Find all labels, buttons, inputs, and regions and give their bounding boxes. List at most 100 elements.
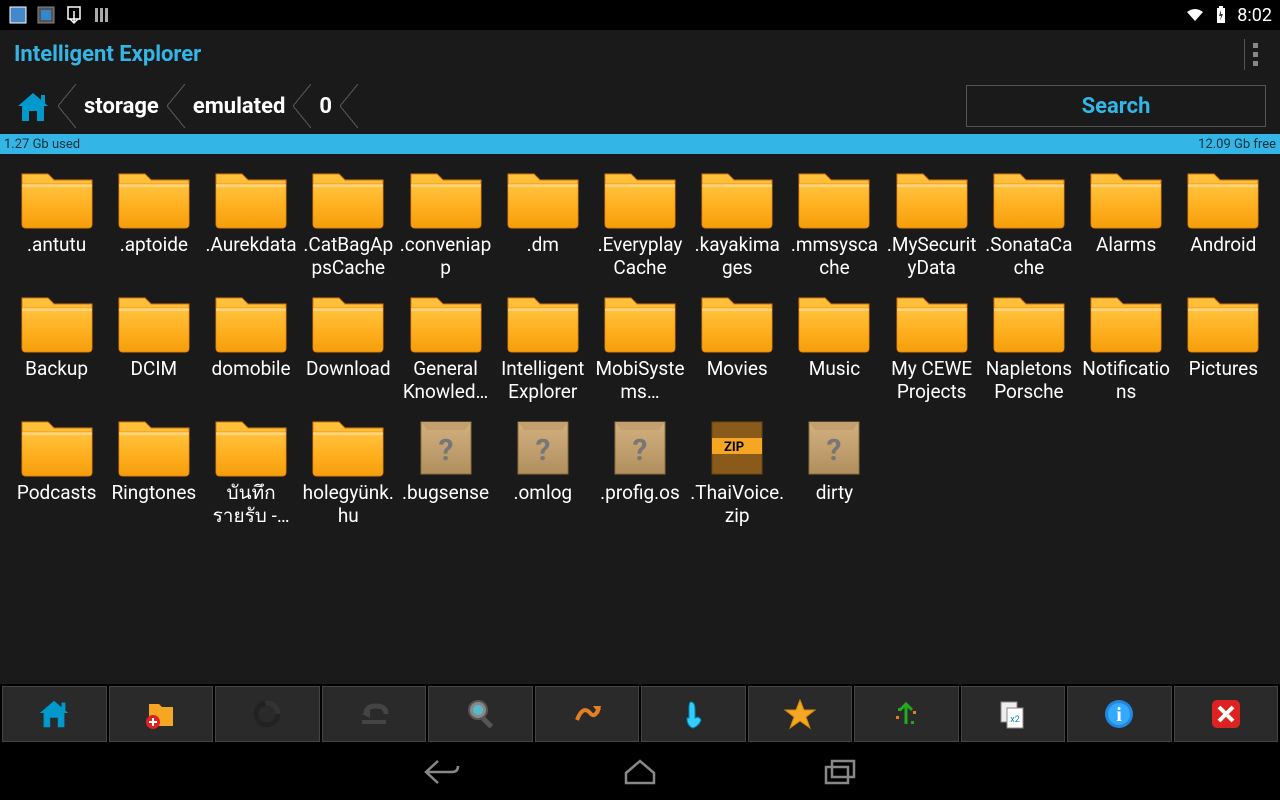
- file-item[interactable]: .CatBagAppsCache: [300, 164, 397, 280]
- file-item[interactable]: .bugsense: [397, 412, 494, 528]
- folder-icon: [115, 412, 193, 478]
- folder-icon: [212, 288, 290, 354]
- folder-icon: [407, 164, 485, 230]
- tool-upload-button[interactable]: [854, 686, 959, 742]
- tool-back-button[interactable]: [322, 686, 427, 742]
- overflow-menu-icon[interactable]: [1244, 39, 1266, 70]
- tool-sort-button[interactable]: [535, 686, 640, 742]
- tool-select-button[interactable]: [641, 686, 746, 742]
- toolbar: x2 i: [0, 684, 1280, 744]
- folder-icon: [115, 164, 193, 230]
- file-label: .conveniapp: [399, 234, 493, 280]
- file-label: Android: [1190, 234, 1256, 280]
- file-item[interactable]: .ThaiVoice.zip: [689, 412, 786, 528]
- breadcrumb-item[interactable]: 0: [311, 94, 340, 119]
- file-label: บันทึกรายรับ -…: [204, 482, 298, 528]
- folder-icon: [212, 164, 290, 230]
- file-label: Notifications: [1079, 358, 1173, 404]
- folder-icon: [601, 288, 679, 354]
- status-bar: 8:02: [0, 0, 1280, 30]
- file-label: .omlog: [513, 482, 572, 528]
- tool-copy-button[interactable]: x2: [961, 686, 1066, 742]
- file-item[interactable]: Ringtones: [105, 412, 202, 528]
- file-item[interactable]: Intelligent Explorer: [494, 288, 591, 404]
- storage-used: 1.27 Gb used: [4, 137, 80, 152]
- status-icon: [8, 5, 28, 25]
- file-label: .Aurekdata: [205, 234, 296, 280]
- file-item[interactable]: Pictures: [1175, 288, 1272, 404]
- file-label: Podcasts: [17, 482, 97, 528]
- chevron-right-icon: [293, 84, 311, 128]
- file-item[interactable]: .MySecurityData: [883, 164, 980, 280]
- status-icon: [36, 5, 56, 25]
- zip-icon: [698, 412, 776, 478]
- folder-icon: [893, 164, 971, 230]
- unknown-icon: [504, 412, 582, 478]
- file-item[interactable]: .dm: [494, 164, 591, 280]
- file-item[interactable]: .kayakimages: [689, 164, 786, 280]
- file-label: .aptoide: [120, 234, 188, 280]
- file-item[interactable]: .SonataCache: [980, 164, 1077, 280]
- file-item[interactable]: domobile: [202, 288, 299, 404]
- file-item[interactable]: DCIM: [105, 288, 202, 404]
- search-label: Search: [1082, 94, 1151, 119]
- file-label: DCIM: [131, 358, 178, 404]
- file-label: Music: [809, 358, 860, 404]
- file-label: .dm: [527, 234, 559, 280]
- nav-recent-button[interactable]: [820, 757, 860, 787]
- file-item[interactable]: .Aurekdata: [202, 164, 299, 280]
- folder-icon: [698, 164, 776, 230]
- file-item[interactable]: Download: [300, 288, 397, 404]
- file-label: Pictures: [1189, 358, 1258, 404]
- folder-icon: [407, 288, 485, 354]
- file-item[interactable]: .omlog: [494, 412, 591, 528]
- status-icon: [92, 5, 112, 25]
- file-item[interactable]: .EveryplayCache: [591, 164, 688, 280]
- file-item[interactable]: Android: [1175, 164, 1272, 280]
- file-item[interactable]: .conveniapp: [397, 164, 494, 280]
- folder-icon: [504, 288, 582, 354]
- nav-bar: [0, 744, 1280, 800]
- file-item[interactable]: Backup: [8, 288, 105, 404]
- nav-home-button[interactable]: [620, 757, 660, 787]
- file-item[interactable]: Movies: [689, 288, 786, 404]
- file-item[interactable]: dirty: [786, 412, 883, 528]
- file-item[interactable]: .aptoide: [105, 164, 202, 280]
- chevron-right-icon: [340, 84, 358, 128]
- file-item[interactable]: .antutu: [8, 164, 105, 280]
- file-item[interactable]: Music: [786, 288, 883, 404]
- file-item[interactable]: Napletons Porsche: [980, 288, 1077, 404]
- tool-refresh-button[interactable]: [215, 686, 320, 742]
- file-item[interactable]: My CEWE Projects: [883, 288, 980, 404]
- file-label: Ringtones: [111, 482, 196, 528]
- search-button[interactable]: Search: [966, 85, 1266, 127]
- folder-icon: [990, 288, 1068, 354]
- tool-info-button[interactable]: i: [1067, 686, 1172, 742]
- tool-search-button[interactable]: [428, 686, 533, 742]
- file-item[interactable]: .profig.os: [591, 412, 688, 528]
- folder-icon: [212, 412, 290, 478]
- storage-free: 12.09 Gb free: [1198, 137, 1276, 152]
- tool-favorite-button[interactable]: [748, 686, 853, 742]
- breadcrumb-item[interactable]: emulated: [185, 94, 294, 119]
- file-grid: .antutu .aptoide .Aurekdata .CatBagAppsC…: [0, 154, 1280, 538]
- file-item[interactable]: General Knowled…: [397, 288, 494, 404]
- file-item[interactable]: Notifications: [1078, 288, 1175, 404]
- file-item[interactable]: Podcasts: [8, 412, 105, 528]
- file-item[interactable]: holegyünk.hu: [300, 412, 397, 528]
- breadcrumb-bar: storage emulated 0 Search: [0, 78, 1280, 134]
- folder-icon: [795, 164, 873, 230]
- breadcrumb-item[interactable]: storage: [76, 94, 167, 119]
- tool-home-button[interactable]: [2, 686, 107, 742]
- nav-back-button[interactable]: [420, 757, 460, 787]
- file-item[interactable]: .mmsyscache: [786, 164, 883, 280]
- file-item[interactable]: บันทึกรายรับ -…: [202, 412, 299, 528]
- tool-new-folder-button[interactable]: [109, 686, 214, 742]
- tool-close-button[interactable]: [1174, 686, 1279, 742]
- folder-icon: [18, 288, 96, 354]
- folder-icon: [990, 164, 1068, 230]
- home-icon[interactable]: [14, 89, 52, 123]
- folder-icon: [795, 288, 873, 354]
- file-item[interactable]: Alarms: [1078, 164, 1175, 280]
- file-item[interactable]: MobiSystems…: [591, 288, 688, 404]
